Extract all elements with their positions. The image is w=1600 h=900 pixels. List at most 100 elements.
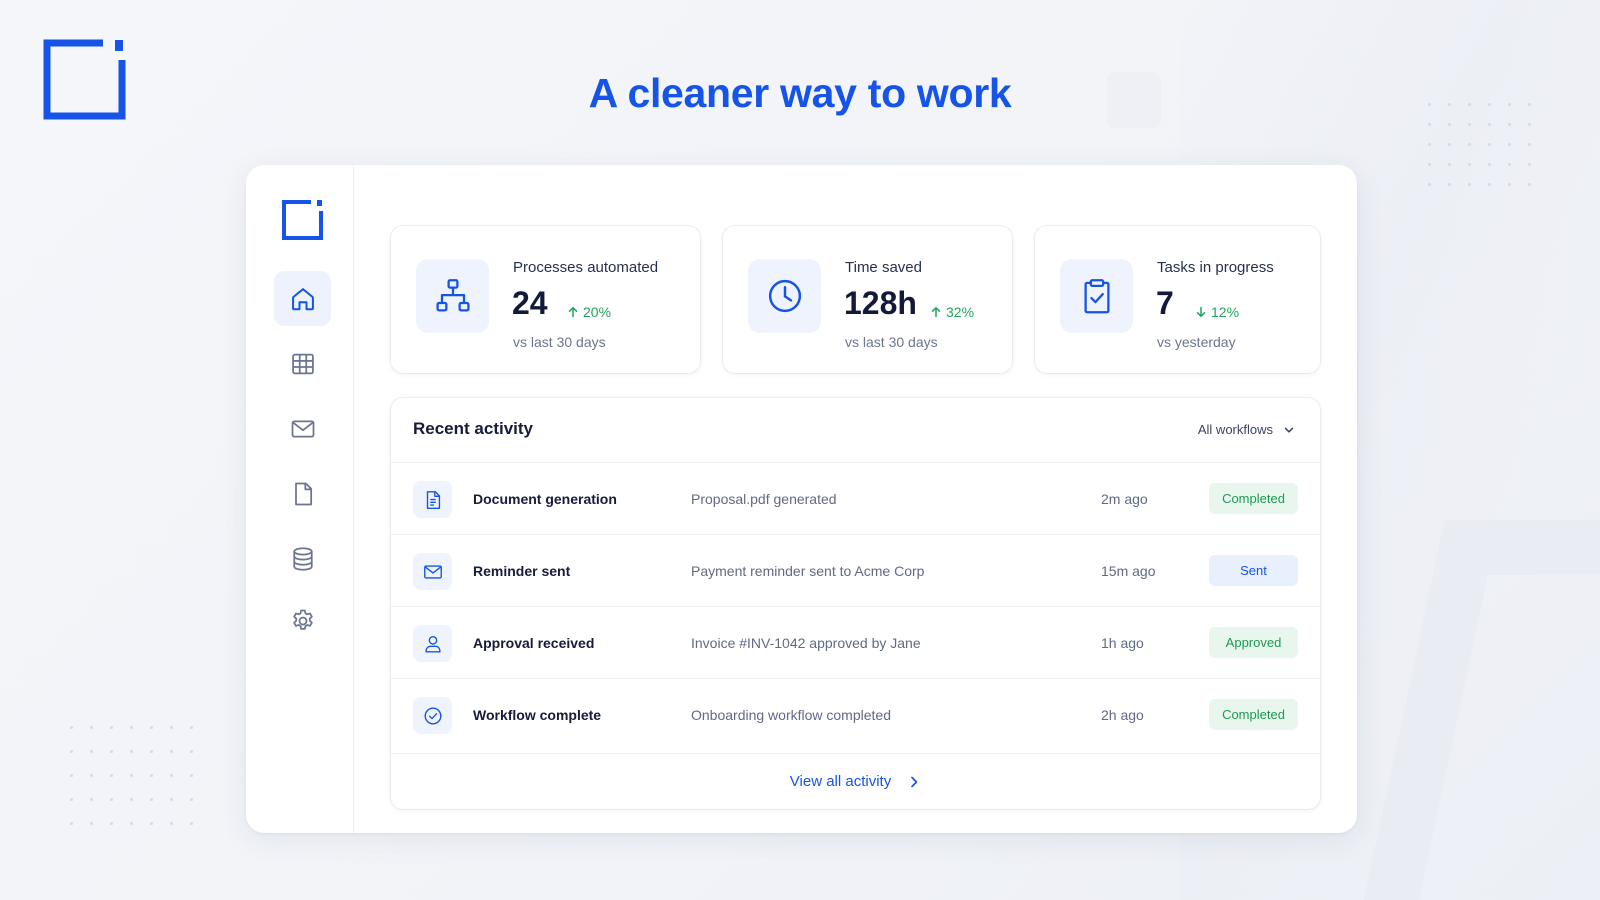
dot-pattern-bottom-left bbox=[70, 726, 193, 825]
dot bbox=[1448, 163, 1451, 166]
sidebar-item-home[interactable] bbox=[274, 271, 331, 326]
dot bbox=[1428, 163, 1431, 166]
app-logo-icon bbox=[282, 200, 323, 240]
dot bbox=[1528, 123, 1531, 126]
workflow-filter-dropdown[interactable]: All workflows bbox=[1198, 422, 1295, 437]
activity-row[interactable]: Workflow complete Onboarding workflow co… bbox=[391, 678, 1320, 750]
page-headline: A cleaner way to work bbox=[588, 70, 1012, 116]
activity-name: Approval received bbox=[473, 635, 595, 651]
stat-card-processes[interactable]: Processes automated 24 20% vs last 30 da… bbox=[391, 226, 700, 373]
stat-icon-container bbox=[1060, 259, 1133, 333]
stat-delta-value: 12% bbox=[1211, 304, 1240, 320]
stat-comparison: vs last 30 days bbox=[845, 334, 938, 350]
stat-delta-value: 20% bbox=[583, 304, 612, 320]
dot bbox=[1468, 143, 1471, 146]
dot bbox=[90, 798, 93, 801]
activity-name: Workflow complete bbox=[473, 707, 602, 723]
database-icon bbox=[292, 546, 313, 571]
dot bbox=[150, 798, 153, 801]
activity-row[interactable]: Reminder sent Payment reminder sent to A… bbox=[391, 534, 1320, 606]
dot bbox=[150, 750, 153, 753]
dot bbox=[90, 750, 93, 753]
activity-time: 2m ago bbox=[1101, 491, 1148, 507]
activity-time: 1h ago bbox=[1101, 635, 1144, 651]
stat-delta: 12% bbox=[1195, 304, 1239, 320]
activity-time: 2h ago bbox=[1101, 707, 1144, 723]
dot bbox=[1508, 123, 1511, 126]
status-badge: Sent bbox=[1209, 555, 1298, 586]
dot bbox=[70, 726, 73, 729]
dot bbox=[90, 822, 93, 825]
stat-card-tasks[interactable]: Tasks in progress 7 12% vs yesterday bbox=[1035, 226, 1320, 373]
sidebar-item-mail[interactable] bbox=[274, 401, 331, 456]
dot bbox=[1448, 143, 1451, 146]
stat-comparison: vs last 30 days bbox=[513, 334, 606, 350]
dot bbox=[70, 822, 73, 825]
sidebar-item-table[interactable] bbox=[274, 336, 331, 391]
activity-row[interactable]: Approval received Invoice #INV-1042 appr… bbox=[391, 606, 1320, 678]
stat-card-time-saved[interactable]: Time saved 128h 32% vs last 30 days bbox=[723, 226, 1012, 373]
status-badge: Approved bbox=[1209, 627, 1298, 658]
dot bbox=[1488, 143, 1491, 146]
dot bbox=[90, 774, 93, 777]
activity-name: Document generation bbox=[473, 491, 617, 507]
arrow-down-icon bbox=[1196, 306, 1206, 318]
mail-icon bbox=[423, 564, 442, 579]
row-icon-container bbox=[413, 553, 452, 590]
dot bbox=[1528, 143, 1531, 146]
clock-icon bbox=[768, 279, 801, 313]
dot bbox=[110, 774, 113, 777]
dot bbox=[1468, 163, 1471, 166]
stat-label: Tasks in progress bbox=[1157, 259, 1274, 276]
dot bbox=[170, 822, 173, 825]
dot bbox=[1468, 183, 1471, 186]
activity-description: Payment reminder sent to Acme Corp bbox=[691, 563, 925, 579]
dot bbox=[170, 726, 173, 729]
table-icon bbox=[291, 353, 314, 374]
stat-value: 7 bbox=[1156, 285, 1174, 321]
filter-label: All workflows bbox=[1197, 422, 1273, 437]
panel-title: Recent activity bbox=[413, 419, 533, 438]
dot bbox=[1428, 183, 1431, 186]
status-badge: Completed bbox=[1209, 483, 1298, 514]
dot bbox=[1508, 143, 1511, 146]
row-icon-container bbox=[413, 697, 452, 734]
stat-label: Time saved bbox=[845, 259, 922, 276]
dot bbox=[1428, 123, 1431, 126]
sidebar-item-documents[interactable] bbox=[274, 466, 331, 521]
dot bbox=[190, 750, 193, 753]
arrow-up-icon bbox=[931, 306, 941, 318]
stat-icon-container bbox=[748, 259, 821, 333]
dot bbox=[150, 774, 153, 777]
activity-time: 15m ago bbox=[1101, 563, 1156, 579]
row-icon-container bbox=[413, 481, 452, 518]
dot bbox=[130, 750, 133, 753]
dot bbox=[1488, 123, 1491, 126]
sidebar-item-settings[interactable] bbox=[274, 593, 331, 648]
stat-label: Processes automated bbox=[513, 259, 659, 276]
dot bbox=[1528, 183, 1531, 186]
view-all-label: View all activity bbox=[789, 773, 892, 790]
sidebar-item-database[interactable] bbox=[274, 531, 331, 586]
stat-value: 128h bbox=[844, 285, 917, 321]
activity-description: Proposal.pdf generated bbox=[691, 491, 837, 507]
dot bbox=[1468, 123, 1471, 126]
sidebar bbox=[246, 165, 354, 833]
view-all-activity-link[interactable]: View all activity bbox=[391, 753, 1320, 809]
arrow-up-icon bbox=[568, 306, 578, 318]
clipboard-check-icon bbox=[1083, 279, 1110, 314]
stat-value: 24 bbox=[512, 285, 548, 321]
status-badge: Completed bbox=[1209, 699, 1298, 730]
dot bbox=[1428, 143, 1431, 146]
recent-activity-panel: Recent activity All workflows Document g… bbox=[391, 398, 1320, 809]
check-circle-icon bbox=[424, 707, 441, 724]
activity-description: Onboarding workflow completed bbox=[691, 707, 891, 723]
activity-row[interactable]: Document generation Proposal.pdf generat… bbox=[391, 462, 1320, 534]
dot bbox=[70, 750, 73, 753]
dot bbox=[110, 822, 113, 825]
dot bbox=[110, 726, 113, 729]
dot bbox=[70, 774, 73, 777]
dot bbox=[190, 726, 193, 729]
dot bbox=[110, 798, 113, 801]
activity-list: Document generation Proposal.pdf generat… bbox=[391, 462, 1320, 750]
